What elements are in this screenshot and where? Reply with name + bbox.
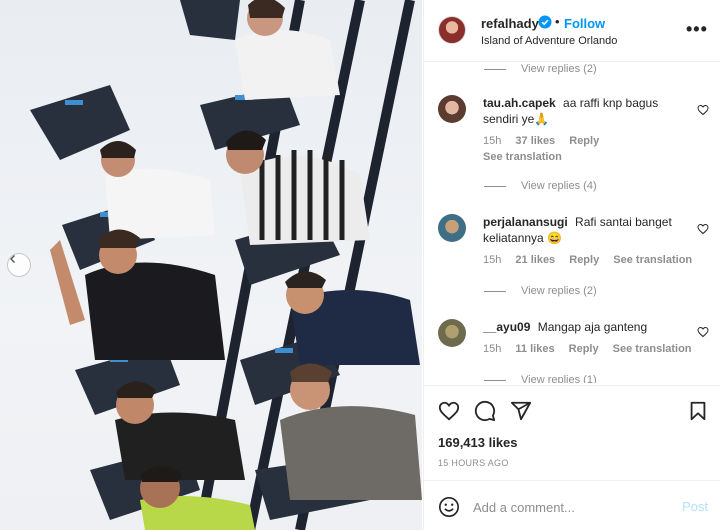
view-replies-button[interactable]: View replies (4) (484, 180, 597, 192)
commenter-username[interactable]: __ayu09 (483, 320, 530, 334)
post-actions: 169,413 likes 15 HOURS AGO (424, 385, 720, 475)
see-translation-link[interactable]: See translation (613, 254, 692, 266)
commenter-username[interactable]: perjalanansugi (483, 215, 568, 229)
post-photo (0, 0, 422, 530)
commenter-avatar[interactable] (438, 319, 466, 347)
commenter-avatar[interactable] (438, 95, 466, 123)
rollercoaster-photo (30, 0, 422, 530)
reply-button[interactable]: Reply (569, 343, 599, 355)
see-translation-link[interactable]: See translation (483, 151, 562, 163)
comment-text-block: tau.ah.capek aa raffi knp bagus sendiri … (483, 95, 683, 127)
post-location[interactable]: Island of Adventure Orlando (481, 35, 617, 47)
comment-meta: 15h 21 likes Reply See translation (483, 254, 703, 266)
reply-button[interactable]: Reply (569, 254, 599, 266)
reply-button[interactable]: Reply (569, 135, 599, 147)
comment-text: Mangap aja ganteng (537, 320, 648, 334)
separator-dot: • (555, 14, 560, 29)
heart-icon[interactable] (438, 400, 460, 422)
view-replies-button[interactable]: View replies (2) (484, 63, 597, 75)
comment-like-heart-icon[interactable] (697, 104, 709, 116)
comment-icon[interactable] (474, 400, 496, 422)
paper-plane-icon[interactable] (510, 400, 532, 422)
comment-time: 15h (483, 254, 502, 266)
comment-composer: Post (424, 480, 720, 530)
view-replies-button[interactable]: View replies (2) (484, 285, 597, 297)
comment-time: 15h (483, 343, 502, 355)
commenter-username[interactable]: tau.ah.capek (483, 96, 556, 110)
post-side-panel: refalhady • Follow Island of Adventure O… (423, 0, 720, 530)
post-header: refalhady • Follow Island of Adventure O… (424, 0, 720, 62)
comment-likes[interactable]: 11 likes (515, 343, 554, 355)
author-avatar[interactable] (438, 16, 466, 44)
post-timestamp[interactable]: 15 HOURS AGO (438, 458, 509, 468)
post-comment-button[interactable]: Post (682, 499, 708, 514)
comment-like-heart-icon[interactable] (697, 326, 709, 338)
verified-badge-icon (538, 15, 552, 29)
commenter-avatar[interactable] (438, 214, 466, 242)
comment-like-heart-icon[interactable] (697, 223, 709, 235)
follow-button[interactable]: Follow (564, 16, 605, 31)
chevron-left-icon (10, 255, 15, 263)
view-replies-button[interactable]: View replies (1) (484, 374, 597, 383)
emoji-icon[interactable] (438, 496, 460, 518)
comment-input[interactable] (473, 497, 673, 517)
comment-time: 15h (483, 135, 502, 147)
comment-likes[interactable]: 21 likes (515, 254, 555, 266)
more-options-icon[interactable]: ••• (686, 20, 708, 38)
bookmark-icon[interactable] (687, 400, 709, 422)
previous-photo-button[interactable] (7, 253, 31, 277)
comment-likes[interactable]: 37 likes (515, 135, 555, 147)
author-username[interactable]: refalhady (481, 16, 539, 31)
see-translation-link[interactable]: See translation (613, 343, 692, 355)
comment-text-block: __ayu09 Mangap aja ganteng (483, 319, 683, 335)
comment-meta: 15h 11 likes Reply See translation (483, 343, 703, 355)
comment-meta: 15h 37 likes Reply (483, 135, 610, 147)
likes-count[interactable]: 169,413 likes (438, 435, 518, 450)
comment-text-block: perjalanansugi Rafi santai banget keliat… (483, 214, 683, 246)
comments-list: View replies (2) tau.ah.capek aa raffi k… (424, 63, 720, 383)
